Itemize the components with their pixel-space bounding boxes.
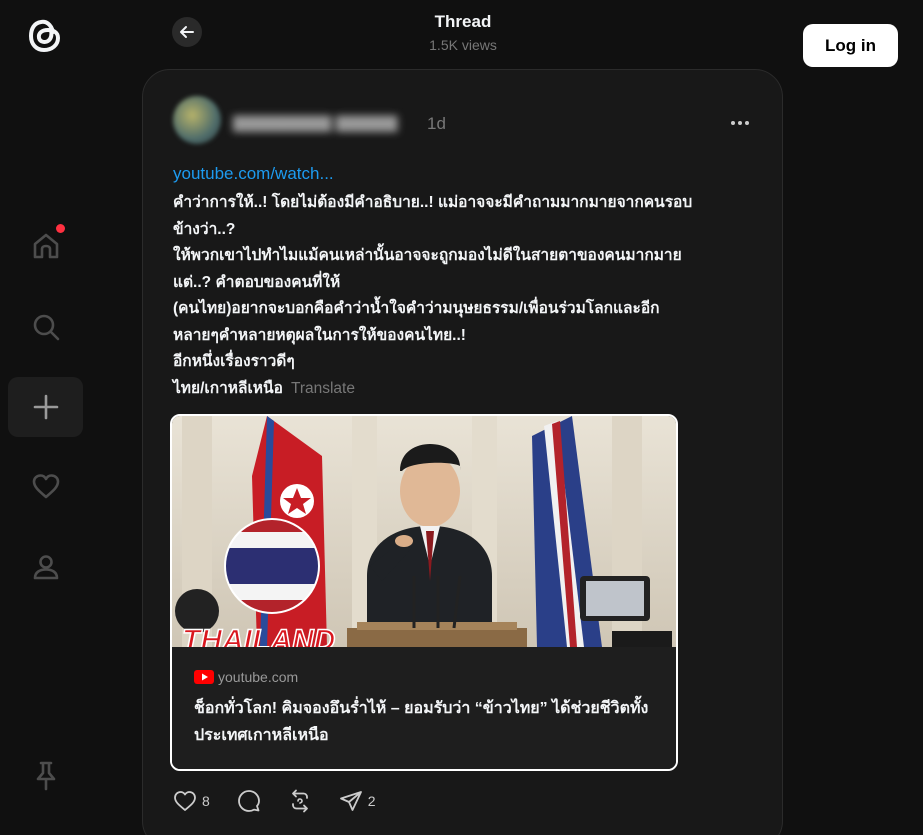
share-button[interactable]: 2 (339, 790, 376, 812)
more-options-icon[interactable] (727, 114, 753, 132)
translate-link[interactable]: Translate (291, 380, 355, 397)
post-line: (คนไทย)อยากจะบอกคือคำว่าน้ำใจคำว่ามนุษยธ… (173, 300, 660, 317)
repost-button[interactable] (288, 789, 312, 813)
banner-text: THAILAND (182, 624, 335, 647)
nav-search[interactable] (8, 297, 83, 357)
nav-pin[interactable] (8, 746, 83, 806)
page-title: Thread (434, 12, 492, 31)
back-button[interactable] (172, 17, 202, 47)
post-line: หลายๆคำหลายหตุผลในการให้ของคนไทย..! (173, 326, 466, 344)
share-count: 2 (367, 793, 376, 809)
author-name: ▇▇▇▇▇▇▇▇ ▇▇▇▇▇ (233, 115, 398, 132)
avatar[interactable] (173, 96, 221, 144)
nav-profile[interactable] (8, 537, 83, 597)
sidebar (0, 0, 90, 835)
threads-logo-icon[interactable] (24, 14, 66, 56)
repost-icon (291, 789, 308, 813)
preview-info: youtube.com ช็อกทั่วโลก! คิมจองอึนร่ำไห้… (172, 647, 676, 769)
post-line: แต่..? คำตอบของคนที่ให้ (173, 273, 341, 291)
preview-thumbnail: THAILAND (172, 416, 676, 647)
youtube-icon (194, 670, 214, 684)
preview-domain-row: youtube.com (194, 669, 298, 685)
like-count: 8 (202, 793, 210, 809)
post-line: ให้พวกเขาไปทำไมแม้คนเหล่านั้นอาจจะถูกมอง… (173, 247, 682, 264)
nav-home[interactable] (8, 216, 83, 276)
post-body: คำว่าการให้..! โดยไม่ต้องมีคำอธิบาย..! แ… (173, 190, 763, 402)
nav-activity[interactable] (8, 456, 83, 516)
notification-dot (56, 224, 65, 233)
author-name-blurred[interactable]: ▇▇▇▇▇▇▇▇ ▇▇▇▇▇ (233, 113, 413, 133)
post-line: อีกหนึ่งเรื่องราวดีๆ (173, 353, 295, 370)
comment-icon (237, 790, 260, 812)
post-line: ข้างว่า..? (173, 220, 236, 238)
post-link[interactable]: youtube.com/watch... (173, 164, 334, 184)
post-actions: 8 2 (173, 788, 403, 814)
preview-domain: youtube.com (218, 669, 299, 685)
like-button[interactable]: 8 (173, 790, 210, 812)
profile-icon (33, 555, 58, 580)
arrow-left-icon (180, 26, 194, 38)
post-time: 1d (427, 114, 446, 133)
pin-icon (36, 761, 55, 791)
preview-title: ช็อกทั่วโลก! คิมจองอึนร่ำไห้ – ยอมรับว่า… (194, 700, 649, 744)
post-line: คำว่าการให้..! โดยไม่ต้องมีคำอธิบาย..! แ… (173, 194, 693, 211)
heart-icon (32, 474, 59, 499)
thread-card: ▇▇▇▇▇▇▇▇ ▇▇▇▇▇ 1d youtube.com/watch... ค… (142, 69, 783, 835)
post-last-line: ไทย/เกาหลีเหนือ Translate (173, 376, 763, 403)
plus-icon (33, 394, 58, 420)
reply-button[interactable] (237, 789, 261, 813)
login-button[interactable]: Log in (803, 24, 898, 67)
link-preview-card[interactable]: THAILAND youtube.com ช็อกทั่วโลก! คิมจอง… (170, 414, 678, 771)
heart-icon (174, 791, 196, 811)
search-icon (33, 314, 59, 341)
post-line: ไทย/เกาหลีเหนือ (173, 379, 283, 397)
send-icon (339, 791, 362, 811)
nav-create[interactable] (8, 377, 83, 437)
home-icon (33, 233, 58, 259)
view-count: 1.5K views (429, 37, 497, 53)
